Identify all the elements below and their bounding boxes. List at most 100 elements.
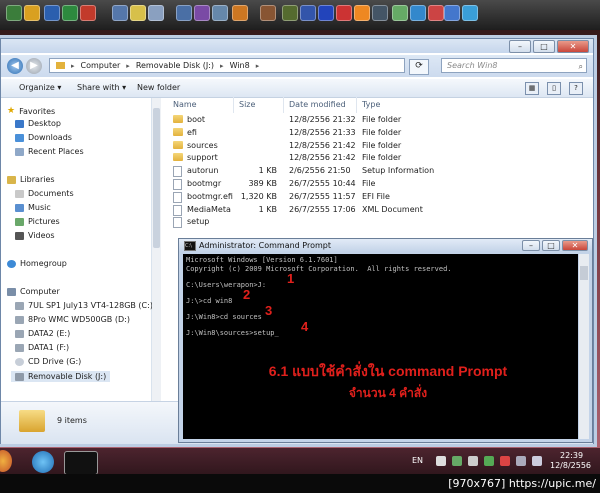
nav-favorites[interactable]: ★ Favorites [7, 106, 55, 116]
column-header-type[interactable]: Type [362, 100, 380, 109]
app-icon[interactable] [130, 5, 146, 21]
tray-icon[interactable] [452, 456, 462, 466]
clock-time[interactable]: 22:39 [560, 451, 583, 460]
app-icon[interactable] [176, 5, 192, 21]
file-row[interactable]: setup [173, 217, 433, 230]
app-icon[interactable] [24, 5, 40, 21]
file-row[interactable]: efi 12/8/2556 21:33 File folder [173, 127, 433, 141]
file-name: MediaMeta [187, 204, 231, 214]
app-icon[interactable] [232, 5, 248, 21]
app-icon[interactable] [260, 5, 276, 21]
file-row[interactable]: autorun 1 KB 2/6/2556 21:50 Setup Informati… [173, 166, 434, 179]
file-row[interactable]: bootmgr.efi 1,320 KB 26/7/2555 11:57 EFI Fi… [173, 191, 433, 205]
nav-item-label: Videos [28, 231, 55, 240]
tray-icon[interactable] [516, 456, 526, 466]
app-icon[interactable] [6, 5, 22, 21]
maximize-button[interactable]: □ [542, 240, 560, 251]
app-icon[interactable] [212, 5, 228, 21]
breadcrumb-drive[interactable]: Removable Disk (J:) [136, 61, 214, 70]
app-icon[interactable] [444, 5, 460, 21]
search-input[interactable]: Search Win8 ⌕ [441, 58, 587, 73]
breadcrumb-computer[interactable]: Computer [81, 61, 121, 70]
cmd-taskbar-icon[interactable] [64, 451, 98, 475]
clock-date[interactable]: 12/8/2556 [550, 461, 591, 470]
nav-item-drive-d[interactable]: 8Pro WMC WD500GB (D:) [15, 315, 130, 324]
app-icon[interactable] [80, 5, 96, 21]
app-icon[interactable] [336, 5, 352, 21]
separator-icon: ▸ [255, 61, 260, 70]
column-header-size[interactable]: Size [239, 100, 255, 109]
app-icon[interactable] [354, 5, 370, 21]
preview-pane-icon[interactable]: ▯ [547, 82, 561, 95]
nav-item-drive-e[interactable]: DATA2 (E:) [15, 329, 70, 338]
address-bar[interactable]: ▸ Computer ▸ Removable Disk (J:) ▸ Win8 … [49, 58, 405, 73]
nav-item-drive-g[interactable]: CD Drive (G:) [15, 357, 81, 366]
language-indicator[interactable]: EN [412, 456, 423, 465]
nav-item-recent-places[interactable]: Recent Places [15, 147, 84, 156]
nav-homegroup[interactable]: Homegroup [7, 259, 67, 268]
column-header-date[interactable]: Date modified [289, 100, 346, 109]
nav-item-videos[interactable]: Videos [15, 231, 55, 240]
app-icon[interactable] [112, 5, 128, 21]
nav-item-drive-c[interactable]: 7UL SP1 July13 VT4-128GB (C:) [15, 301, 153, 310]
tray-icon[interactable] [500, 456, 510, 466]
app-icon[interactable] [428, 5, 444, 21]
app-icon[interactable] [410, 5, 426, 21]
maximize-button[interactable]: □ [533, 40, 555, 53]
app-icon[interactable] [318, 5, 334, 21]
file-row[interactable]: MediaMeta 1 KB 26/7/2555 17:06 XML Document [173, 204, 433, 218]
tray-icon[interactable] [532, 456, 542, 466]
app-icon[interactable] [44, 5, 60, 21]
tray-icon[interactable] [436, 456, 446, 466]
console-line: C:\Users\werapon>J: [186, 281, 267, 289]
cmd-titlebar[interactable]: C:\ Administrator: Command Prompt – □ ✕ [179, 239, 592, 252]
refresh-icon[interactable]: ⟳ [409, 59, 429, 75]
nav-scrollbar[interactable] [152, 98, 161, 401]
share-with-button[interactable]: Share with ▾ [77, 83, 126, 92]
help-icon[interactable]: ? [569, 82, 583, 95]
column-header-name[interactable]: Name [173, 100, 197, 109]
cmd-scrollbar[interactable] [579, 254, 589, 439]
command-bar: Organize ▾ Share with ▾ New folder ▦ ▯ ? [1, 79, 593, 98]
minimize-button[interactable]: – [522, 240, 540, 251]
file-row[interactable]: bootmgr 389 KB 26/7/2555 10:44 File [173, 179, 433, 192]
file-row[interactable]: support 12/8/2556 21:42 File folder [173, 153, 433, 166]
app-icon[interactable] [392, 5, 408, 21]
close-button[interactable]: ✕ [562, 240, 588, 251]
new-folder-button[interactable]: New folder [137, 83, 180, 92]
file-row[interactable]: boot 12/8/2556 21:32 File folder [173, 115, 433, 128]
file-row[interactable]: sources 12/8/2556 21:42 File folder [173, 140, 433, 154]
organize-button[interactable]: Organize ▾ [19, 83, 61, 92]
app-icon[interactable] [282, 5, 298, 21]
nav-libraries[interactable]: Libraries [7, 175, 55, 184]
nav-item-downloads[interactable]: Downloads [15, 133, 72, 142]
breadcrumb-folder[interactable]: Win8 [230, 61, 250, 70]
nav-computer[interactable]: Computer [7, 287, 60, 296]
internet-explorer-icon[interactable] [32, 451, 54, 473]
console-output[interactable]: Microsoft Windows [Version 6.1.7601] Cop… [183, 254, 578, 439]
explorer-titlebar[interactable]: – □ ✕ [1, 39, 593, 53]
nav-item-pictures[interactable]: Pictures [15, 217, 60, 226]
nav-item-drive-f[interactable]: DATA1 (F:) [15, 343, 69, 352]
app-icon[interactable] [148, 5, 164, 21]
excel-icon[interactable] [62, 5, 78, 21]
nav-item-desktop[interactable]: Desktop [15, 119, 61, 128]
forward-icon[interactable]: ▶ [26, 58, 42, 74]
nav-item-music[interactable]: Music [15, 203, 51, 212]
step-number-1: 1 [287, 271, 295, 286]
start-button[interactable] [0, 450, 12, 472]
tray-icon[interactable] [484, 456, 494, 466]
close-button[interactable]: ✕ [557, 40, 589, 53]
tray-icon[interactable] [468, 456, 478, 466]
nav-item-drive-j[interactable]: Removable Disk (J:) [11, 371, 111, 382]
app-icon[interactable] [462, 5, 478, 21]
app-icon[interactable] [372, 5, 388, 21]
back-icon[interactable]: ◀ [7, 58, 23, 74]
minimize-button[interactable]: – [509, 40, 531, 53]
cmd-title: Administrator: Command Prompt [199, 241, 331, 250]
search-icon[interactable]: ⌕ [579, 60, 583, 73]
app-icon[interactable] [300, 5, 316, 21]
nav-item-documents[interactable]: Documents [15, 189, 74, 198]
app-icon[interactable] [194, 5, 210, 21]
view-icon[interactable]: ▦ [525, 82, 539, 95]
